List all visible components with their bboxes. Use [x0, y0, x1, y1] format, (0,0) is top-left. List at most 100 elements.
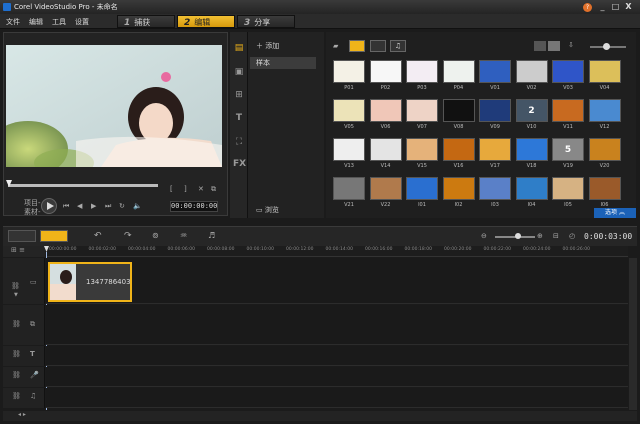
title-track[interactable]	[46, 346, 628, 366]
library-thumbnail[interactable]	[333, 99, 365, 122]
zoom-handle[interactable]	[515, 233, 521, 239]
library-thumbnail[interactable]	[369, 60, 402, 83]
library-thumbnail[interactable]	[442, 60, 475, 83]
library-thumbnail[interactable]	[406, 60, 438, 83]
show-photo-button[interactable]	[370, 40, 386, 52]
menu-tools[interactable]: 工具	[52, 17, 66, 27]
library-thumbnail[interactable]	[333, 138, 365, 161]
filter-icon[interactable]: FX	[233, 158, 246, 170]
zoom-in-icon[interactable]: ⊕	[537, 231, 543, 241]
timecode-display[interactable]: 00:00:00:00	[170, 201, 218, 212]
mark-in-button[interactable]: [	[170, 184, 173, 194]
library-thumbnail[interactable]	[515, 138, 548, 161]
music-track[interactable]	[46, 388, 628, 408]
library-thumbnail[interactable]	[333, 60, 365, 83]
media-icon[interactable]: ▤	[233, 42, 245, 54]
library-thumbnail[interactable]	[588, 177, 621, 200]
library-thumbnail[interactable]	[479, 60, 511, 83]
record-capture-icon[interactable]: ⊚	[152, 231, 159, 241]
add-folder-button[interactable]: ＋ 添加	[256, 41, 279, 51]
video-clip[interactable]: 13477864033	[48, 262, 132, 302]
play-button[interactable]	[41, 198, 57, 214]
menu-file[interactable]: 文件	[6, 17, 20, 27]
timeline-horizontal-scrollbar[interactable]	[3, 411, 637, 421]
menu-settings[interactable]: 设置	[75, 17, 89, 27]
library-thumbnail[interactable]	[406, 99, 438, 122]
help-button[interactable]: ?	[583, 3, 592, 12]
overlay-track[interactable]	[46, 305, 628, 345]
library-thumbnail[interactable]: 5	[552, 138, 584, 161]
thumbnail-view-icon[interactable]	[548, 41, 560, 51]
library-thumbnail[interactable]	[333, 177, 365, 200]
track-enable-icon[interactable]: ⛓	[12, 392, 21, 400]
maximize-button[interactable]: □	[611, 3, 620, 11]
library-thumbnail[interactable]	[369, 138, 402, 161]
enlarge-preview-button[interactable]: ⧉	[211, 184, 216, 194]
title-icon[interactable]: T	[233, 112, 245, 124]
audio-mixer-icon[interactable]: ♒	[180, 231, 187, 241]
library-thumbnail[interactable]	[369, 177, 402, 200]
track-manager[interactable]: ⊞ ≡	[3, 246, 45, 257]
voice-track[interactable]	[46, 367, 628, 387]
library-thumbnail[interactable]	[552, 177, 584, 200]
storyboard-view-button[interactable]	[8, 230, 36, 242]
auto-music-icon[interactable]: ♬	[208, 231, 215, 241]
zoom-out-icon[interactable]: ⊖	[481, 231, 487, 241]
library-thumbnail[interactable]	[442, 177, 475, 200]
transition-icon[interactable]: ⊞	[233, 89, 245, 101]
split-clip-button[interactable]: ✕	[198, 184, 204, 194]
folder-sample[interactable]: 样本	[250, 57, 316, 69]
undo-icon[interactable]: ↶	[94, 231, 102, 241]
sort-icon[interactable]: ⇩	[568, 41, 574, 49]
track-enable-icon[interactable]: ⛓	[12, 320, 21, 328]
library-thumbnail[interactable]	[479, 138, 511, 161]
tab-capture[interactable]: 1 捕获	[117, 15, 175, 28]
tab-edit[interactable]: 2 编辑	[177, 15, 235, 28]
library-thumbnail[interactable]	[479, 99, 511, 122]
track-enable-icon[interactable]: ⛓	[11, 282, 20, 290]
graphic-icon[interactable]: ⛶	[233, 136, 245, 148]
previous-frame-icon[interactable]: ◀	[77, 201, 82, 211]
library-thumbnail[interactable]	[588, 99, 621, 122]
redo-icon[interactable]: ↷	[124, 231, 132, 241]
fit-project-icon[interactable]: ⊟	[553, 231, 559, 241]
timeline-vertical-scrollbar[interactable]	[629, 258, 637, 410]
clip-mode-label[interactable]: 素材-	[24, 207, 41, 217]
preview-scrubber[interactable]	[8, 184, 158, 187]
scroll-left-icon[interactable]: ◂ ▸	[18, 411, 26, 418]
library-thumbnail[interactable]	[406, 177, 438, 200]
folder-icon[interactable]: ▰	[333, 42, 338, 50]
track-enable-icon[interactable]: ⛓	[12, 350, 21, 358]
library-thumbnail[interactable]	[406, 138, 438, 161]
instant-project-icon[interactable]: ▣	[233, 66, 245, 78]
library-thumbnail[interactable]	[552, 60, 584, 83]
slider-handle[interactable]	[603, 43, 610, 50]
show-video-button[interactable]	[349, 40, 365, 52]
timeline-view-button[interactable]	[40, 230, 68, 242]
repeat-icon[interactable]: ↻	[119, 201, 125, 211]
library-thumbnail[interactable]	[588, 138, 621, 161]
menu-edit[interactable]: 编辑	[29, 17, 43, 27]
tab-share[interactable]: 3 分享	[237, 15, 295, 28]
library-thumbnail[interactable]	[515, 177, 548, 200]
close-button[interactable]: X	[624, 3, 633, 11]
minimize-button[interactable]: _	[598, 3, 607, 11]
end-icon[interactable]: ⏭	[105, 201, 111, 211]
expand-track-icon[interactable]: ▼	[14, 292, 18, 298]
home-icon[interactable]: ⏮	[63, 201, 69, 211]
library-thumbnail[interactable]	[515, 60, 548, 83]
video-track[interactable]	[46, 258, 628, 304]
library-thumbnail[interactable]	[588, 60, 621, 83]
next-frame-icon[interactable]: ▶	[91, 201, 96, 211]
library-thumbnail[interactable]	[479, 177, 511, 200]
clock-icon[interactable]: ◴	[569, 231, 575, 241]
browse-button[interactable]: ▭ 浏览	[256, 205, 279, 215]
library-thumbnail[interactable]	[552, 99, 584, 122]
library-thumbnail[interactable]	[369, 99, 402, 122]
library-thumbnail[interactable]: 2	[515, 99, 548, 122]
options-button[interactable]: 选项 ︽	[594, 208, 636, 218]
library-thumbnail[interactable]	[442, 99, 475, 122]
mark-out-button[interactable]: ]	[184, 184, 187, 194]
show-audio-button[interactable]: ♫	[390, 40, 406, 52]
library-thumbnail[interactable]	[442, 138, 475, 161]
